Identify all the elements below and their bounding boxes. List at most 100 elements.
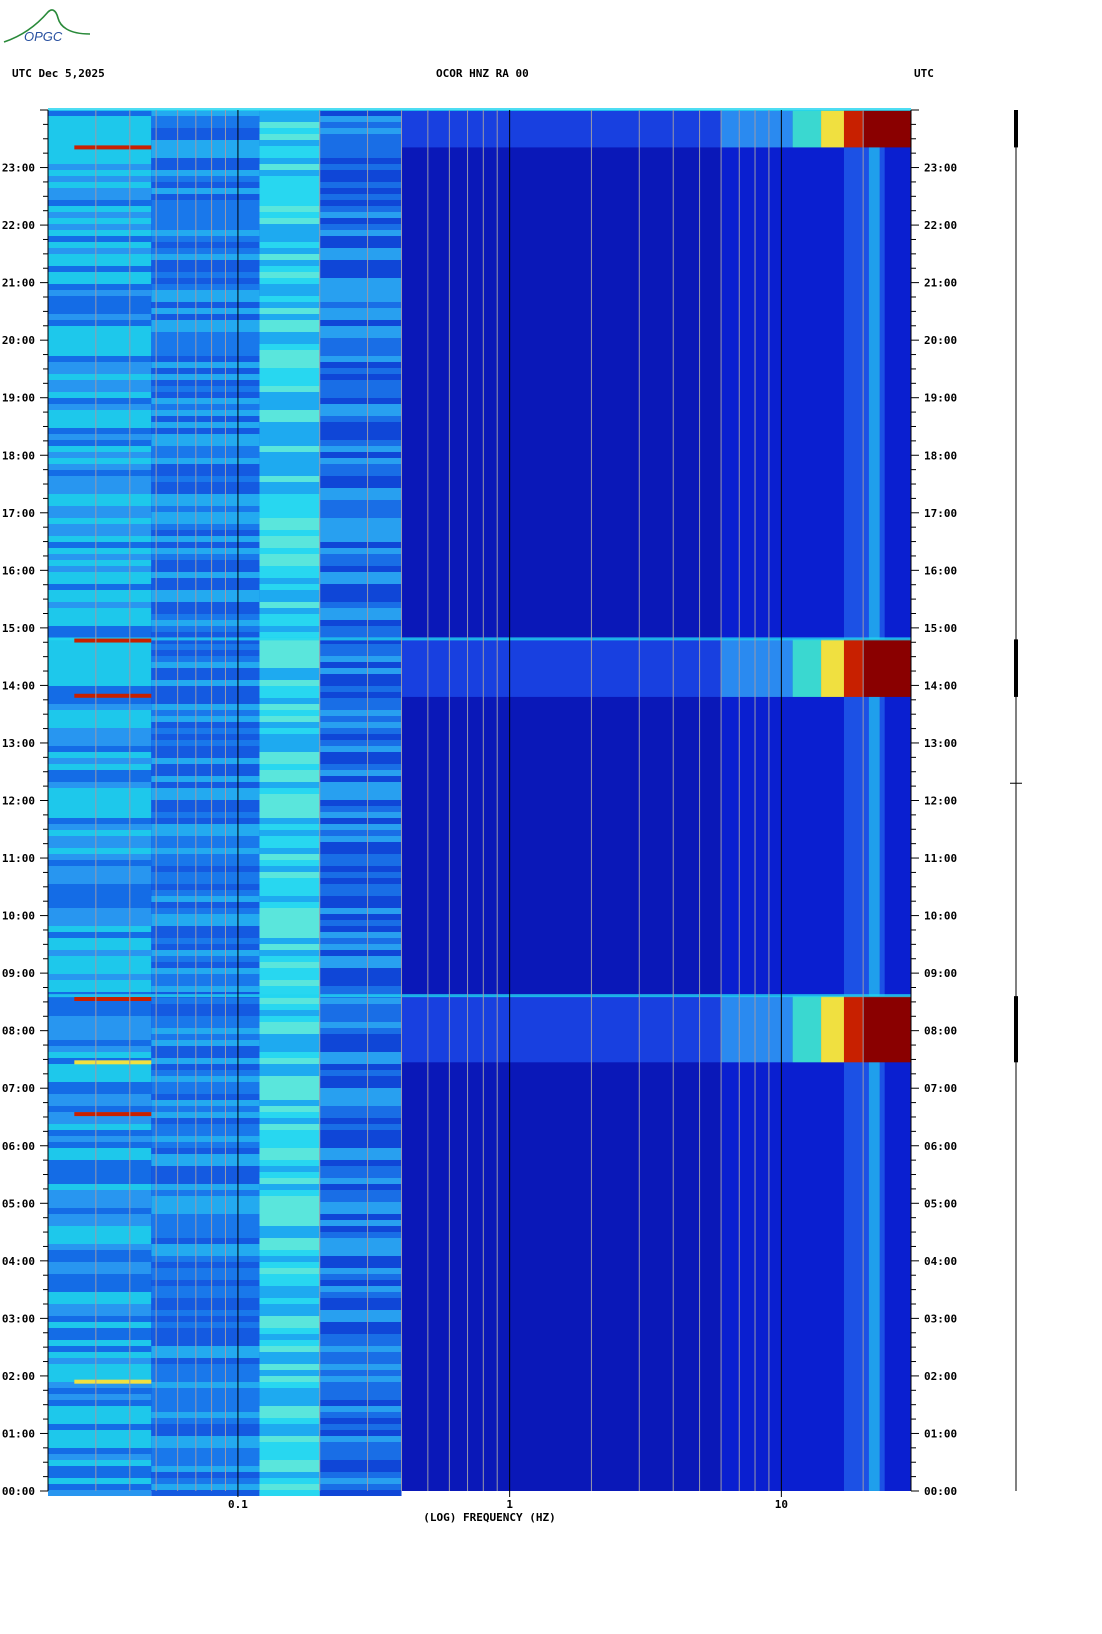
striation-cell	[319, 272, 402, 278]
striation-cell	[319, 938, 402, 944]
striation-cell	[259, 1070, 320, 1076]
striation-cell	[48, 302, 152, 308]
striation-cell	[259, 692, 320, 698]
striation-cell	[259, 722, 320, 728]
striation-cell	[48, 1490, 152, 1496]
striation-cell	[319, 224, 402, 230]
striation-cell	[319, 734, 402, 740]
striation-cell	[151, 722, 260, 728]
striation-cell	[319, 962, 402, 968]
striation-cell	[48, 1418, 152, 1424]
striation-cell	[259, 218, 320, 224]
striation-cell	[259, 152, 320, 158]
striation-cell	[48, 434, 152, 440]
striation-cell	[319, 1076, 402, 1082]
striation-cell	[48, 1220, 152, 1226]
striation-cell	[48, 356, 152, 362]
striation-cell	[151, 548, 260, 554]
striation-cell	[48, 1070, 152, 1076]
striation-cell	[259, 1250, 320, 1256]
striation-cell	[48, 1406, 152, 1412]
striation-cell	[259, 554, 320, 560]
striation-cell	[259, 932, 320, 938]
left-tick-label: 18:00	[2, 449, 35, 462]
striation-cell	[259, 158, 320, 164]
striation-cell	[151, 1400, 260, 1406]
striation-cell	[319, 1334, 402, 1340]
striation-cell	[259, 182, 320, 188]
striation-cell	[151, 1322, 260, 1328]
striation-cell	[151, 1046, 260, 1052]
striation-cell	[48, 140, 152, 146]
striation-cell	[48, 812, 152, 818]
striation-cell	[48, 788, 152, 794]
striation-cell	[259, 452, 320, 458]
striation-cell	[319, 1220, 402, 1226]
striation-cell	[151, 230, 260, 236]
striation-cell	[151, 1436, 260, 1442]
striation-cell	[48, 1028, 152, 1034]
striation-cell	[151, 590, 260, 596]
striation-cell	[151, 908, 260, 914]
striation-cell	[319, 308, 402, 314]
striation-cell	[319, 1004, 402, 1010]
striation-cell	[48, 818, 152, 824]
striation-cell	[48, 890, 152, 896]
striation-cell	[151, 1316, 260, 1322]
striation-cell	[48, 254, 152, 260]
striation-cell	[259, 1376, 320, 1382]
striation-cell	[151, 1286, 260, 1292]
striation-cell	[48, 338, 152, 344]
striation-cell	[151, 1184, 260, 1190]
striation-cell	[151, 530, 260, 536]
striation-cell	[259, 560, 320, 566]
striation-cell	[48, 884, 152, 890]
striation-cell	[48, 596, 152, 602]
striation-cell	[259, 164, 320, 170]
striation-cell	[259, 206, 320, 212]
striation-cell	[259, 716, 320, 722]
striation-cell	[151, 1232, 260, 1238]
striation-cell	[319, 1442, 402, 1448]
striation-cell	[48, 296, 152, 302]
striation-cell	[259, 1208, 320, 1214]
striation-cell	[48, 326, 152, 332]
striation-cell	[319, 854, 402, 860]
striation-cell	[48, 1076, 152, 1082]
striation-cell	[259, 1052, 320, 1058]
trace-burst-2	[1014, 110, 1018, 148]
striation-cell	[48, 728, 152, 734]
striation-cell	[319, 314, 402, 320]
striation-cell	[319, 998, 402, 1004]
striation-cell	[48, 614, 152, 620]
striation-cell	[151, 254, 260, 260]
striation-cell	[151, 1250, 260, 1256]
striation-cell	[48, 980, 152, 986]
striation-cell	[319, 332, 402, 338]
striation-cell	[48, 830, 152, 836]
striation-cell	[319, 986, 402, 992]
striation-cell	[319, 968, 402, 974]
striation-cell	[319, 1472, 402, 1478]
striation-cell	[259, 1016, 320, 1022]
striation-cell	[259, 548, 320, 554]
striation-cell	[151, 842, 260, 848]
striation-cell	[259, 974, 320, 980]
left-tick-label: 19:00	[2, 392, 35, 405]
striation-cell	[151, 1106, 260, 1112]
striation-cell	[319, 560, 402, 566]
striation-cell	[259, 626, 320, 632]
striation-cell	[151, 152, 260, 158]
striation-cell	[259, 1220, 320, 1226]
striation-cell	[259, 1076, 320, 1082]
left-tick-label: 01:00	[2, 1427, 35, 1440]
striation-cell	[48, 776, 152, 782]
striation-cell	[48, 248, 152, 254]
striation-cell	[151, 794, 260, 800]
striation-cell	[319, 626, 402, 632]
striation-cell	[48, 740, 152, 746]
striation-cell	[48, 878, 152, 884]
striation-cell	[151, 896, 260, 902]
striation-cell	[151, 1340, 260, 1346]
striation-cell	[48, 272, 152, 278]
